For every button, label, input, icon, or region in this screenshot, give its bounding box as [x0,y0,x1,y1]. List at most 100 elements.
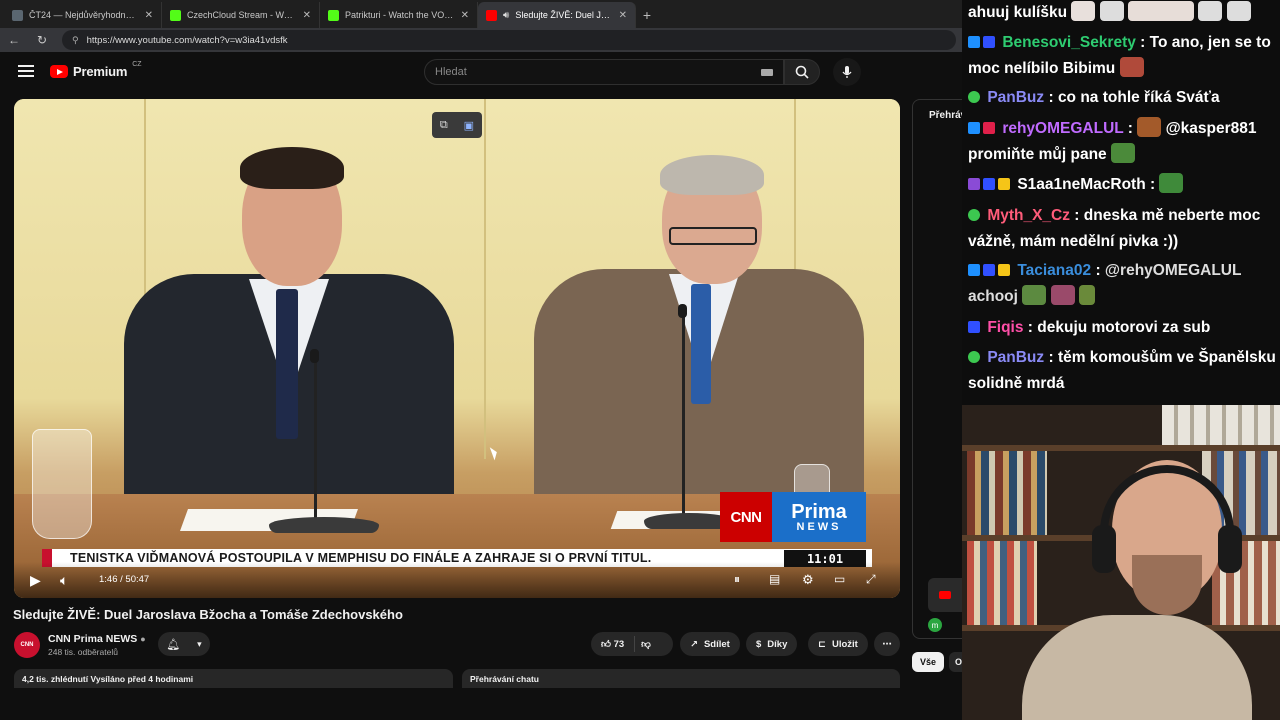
youtube-play-logo-icon [50,65,68,78]
settings-gear-icon[interactable]: ⚙ [802,572,814,588]
thanks-button[interactable]: $ Díky [746,632,798,656]
chat-message: PanBuz : co na tohle říká Sváťa [968,85,1278,111]
chat-username[interactable]: Taciana02 [1017,262,1091,279]
badge-icon [983,122,995,134]
chat-message: Fiqis : dekuju motorovi za sub [968,315,1278,341]
tab-youtube-active[interactable]: 🔊︎ Sledujte ŽIVĚ: Duel Jaroslava ✕ [478,2,636,28]
badge-icon [983,36,995,48]
volume-icon[interactable]: 🔈︎ [60,572,68,589]
chat-username[interactable]: S1aa1neMacRoth [1017,176,1145,193]
youtube-favicon-icon [486,9,497,21]
chat-message: PanBuz : těm komoušům ve Španělsku solid… [968,349,1276,392]
player-overlay-buttons[interactable]: ⧉ ▣ [432,112,482,138]
verified-icon: ● [140,634,146,644]
emote-icon [1226,1,1251,21]
emote-icon [1159,173,1184,193]
headphone-cup [1218,525,1242,573]
microphone-icon [842,66,852,78]
video-title: Sledujte ŽIVĚ: Duel Jaroslava Bžocha a T… [13,607,403,622]
tab-ct24[interactable]: ČT24 — Nejdůvěryhodnější zprav ✕ [4,2,162,28]
close-tab-icon[interactable]: ✕ [303,10,311,21]
new-tab-button[interactable]: + [636,2,658,28]
badge-icon [968,36,980,48]
keyboard-icon[interactable] [761,69,773,76]
chat-username[interactable]: PanBuz [987,89,1044,106]
channel-avatar[interactable]: CNN [14,632,40,658]
chat-message: Myth_X_Cz : dneska mě neberte moc vážně,… [968,207,1261,250]
youtube-mini-icon[interactable] [928,578,962,612]
channel-name[interactable]: CNN Prima NEWS ● [48,633,146,645]
chat-username[interactable]: Benesovi_Sekrety [1002,34,1136,51]
prima-text: Prima [791,500,847,523]
notification-bell-button[interactable]: 🔔︎ ▾ [158,632,210,656]
emote-icon [1198,1,1223,21]
stream-chat-overlay: ahuuj kulíšku Benesovi_Sekrety : To ano,… [962,0,1280,405]
description-box[interactable]: 4,2 tis. zhlédnutí Vysíláno před 4 hodin… [14,669,453,688]
like-dislike-group: 👍︎ 73 👎︎ [591,632,673,656]
chat-username[interactable]: rehyOMEGALUL [1002,120,1123,137]
badge-icon [983,178,995,190]
autoplay-toggle-icon[interactable]: ⏸ [734,572,740,587]
chat-username[interactable]: Fiqis [987,319,1023,336]
video-player[interactable]: ⧉ ▣ CNN Prima NEWS TENISTKA VIĎMANOVÁ PO… [14,99,900,598]
theater-mode-icon[interactable]: ▭ [834,572,845,586]
chat-message: Taciana02 : @rehyOMEGALUL achooj [968,262,1242,305]
badge-icon [983,264,995,276]
channel-info: CNN CNN Prima NEWS ● 248 tis. odběratelů [14,632,146,658]
fullscreen-icon[interactable]: ⤢ [866,572,876,587]
browser-window: ČT24 — Nejdůvěryhodnější zprav ✕ CzechCl… [0,0,962,688]
microphone-stand [682,314,685,514]
url-field[interactable]: ⚲ https://www.youtube.com/watch?v=w3ia41… [62,30,956,50]
audio-playing-icon[interactable]: 🔊︎ [503,10,509,21]
like-button[interactable]: 👍︎ 73 [601,638,624,650]
menu-hamburger-icon[interactable] [18,65,34,77]
more-dots-icon: ⋯ [882,638,892,650]
badge-icon [968,321,980,333]
chat-text: dekuju motorovi za sub [1037,319,1211,336]
filter-other-chip[interactable]: O [949,652,962,672]
chat-replay-box[interactable]: Přehrávání chatu [462,669,900,688]
play-icon[interactable]: ▶ [30,572,41,589]
url-text: https://www.youtube.com/watch?v=w3ia41vd… [86,34,288,46]
badge-icon [968,351,980,363]
cast-icon[interactable]: ▣ [464,119,474,132]
chat-username[interactable]: Myth_X_Cz [987,207,1070,224]
voice-search-button[interactable] [833,58,861,86]
share-button[interactable]: ↗ Sdílet [680,632,740,656]
badge-icon [968,122,980,134]
kick-favicon-icon [170,9,181,21]
dislike-button[interactable]: 👎︎ [641,638,651,650]
tab-czechcloud[interactable]: CzechCloud Stream - Watch Live o ✕ [162,2,320,28]
time-display: 1:46 / 50:47 [99,574,150,585]
side-chat-label: Přehráv [929,110,962,121]
site-info-icon[interactable]: ⚲ [72,35,79,46]
tab-title: Sledujte ŽIVĚ: Duel Jaroslava [515,10,613,20]
chat-text: ahuuj kulíšku [968,4,1068,21]
search-input[interactable]: Hledat [424,59,784,85]
subtitles-icon[interactable]: ▤ [769,572,780,586]
emote-icon [1137,117,1162,137]
save-button[interactable]: ⊏ Uložit [808,632,868,656]
filter-all-chip[interactable]: Vše [912,652,944,672]
emote-icon [1128,1,1194,21]
close-tab-icon[interactable]: ✕ [619,10,627,21]
badge-icon [998,264,1010,276]
tab-patrikturi[interactable]: Patrikturi - Watch the VOD on Kick ✕ [320,2,478,28]
logo-text: Premium [73,64,128,79]
emote-icon [1078,285,1095,305]
microphone-stand [314,359,317,519]
prima-news-logo: Prima NEWS [772,492,866,542]
pip-icon[interactable]: ⧉ [440,119,448,132]
more-actions-button[interactable]: ⋯ [874,632,900,656]
emote-icon [1110,143,1135,163]
close-tab-icon[interactable]: ✕ [461,10,469,21]
chat-username[interactable]: PanBuz [987,349,1044,366]
chat-text: co na tohle říká Sváťa [1057,89,1220,106]
cnn-logo: CNN [720,492,772,542]
close-tab-icon[interactable]: ✕ [145,10,153,21]
youtube-logo[interactable]: Premium CZ [50,61,142,79]
badge-icon [968,264,980,276]
back-arrow-icon[interactable]: ← [6,33,22,47]
search-button[interactable] [784,59,820,85]
reload-icon[interactable]: ↻ [34,33,50,47]
